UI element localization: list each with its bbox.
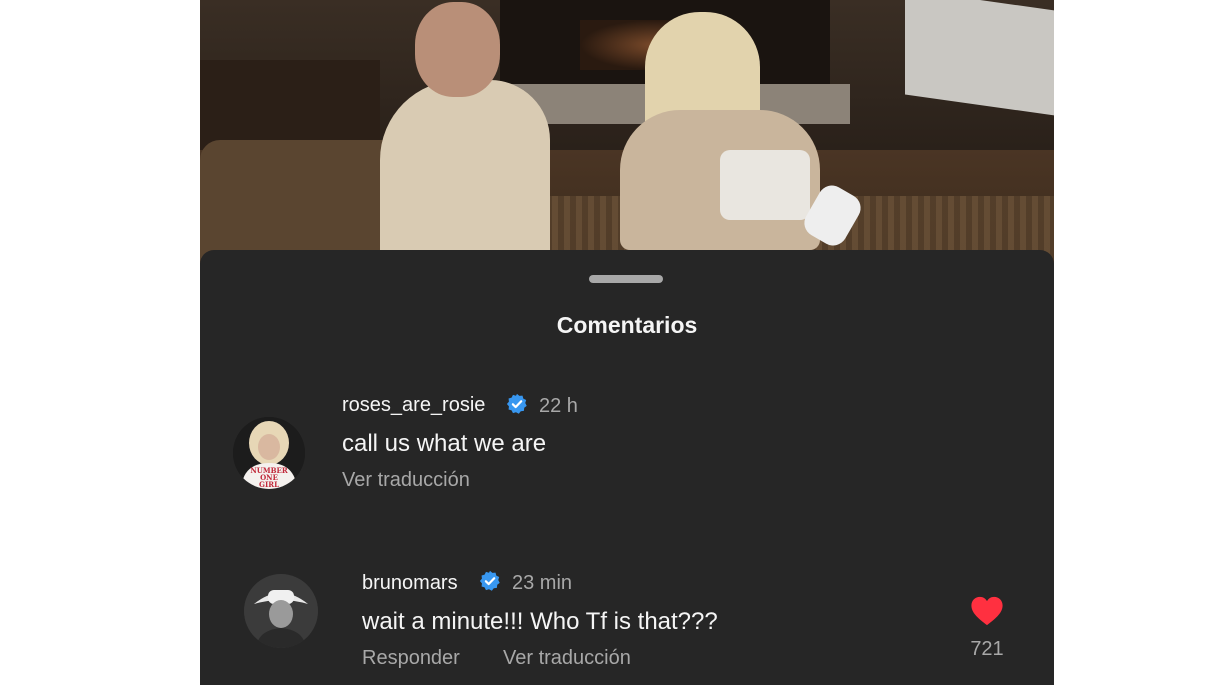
avatar[interactable]: NUMBER ONE GIRL bbox=[233, 417, 305, 489]
app-screen: Comentarios NUMBER ONE GIRL roses_are_ro… bbox=[200, 0, 1054, 685]
comment-text: wait a minute!!! Who Tf is that??? bbox=[362, 608, 718, 635]
comment-username[interactable]: brunomars bbox=[362, 572, 458, 595]
avatar-image: NUMBER ONE GIRL bbox=[233, 417, 305, 489]
like-count: 721 bbox=[970, 638, 1004, 660]
comments-title: Comentarios bbox=[556, 312, 698, 338]
video-lamp bbox=[905, 0, 1054, 116]
avatar[interactable] bbox=[244, 574, 318, 648]
video-person-man bbox=[380, 80, 550, 270]
comment-time: 22 h bbox=[539, 395, 578, 417]
comments-sheet: Comentarios NUMBER ONE GIRL roses_are_ro… bbox=[200, 250, 1054, 685]
drag-handle[interactable] bbox=[589, 275, 663, 283]
verified-badge-icon bbox=[479, 570, 500, 591]
verified-badge-icon bbox=[506, 393, 527, 414]
comment-time: 23 min bbox=[512, 572, 573, 594]
reply-button[interactable]: Responder bbox=[362, 647, 460, 670]
comment-text: call us what we are bbox=[342, 430, 547, 457]
heart-icon[interactable] bbox=[970, 595, 1004, 627]
video-chair bbox=[200, 60, 380, 150]
video-person-woman-top bbox=[720, 150, 810, 220]
video-preview[interactable] bbox=[200, 0, 1054, 270]
svg-text:GIRL: GIRL bbox=[259, 480, 279, 489]
video-person-man-head bbox=[415, 2, 500, 97]
avatar-image bbox=[244, 574, 318, 648]
see-translation-link[interactable]: Ver traducción bbox=[503, 647, 631, 670]
see-translation-link[interactable]: Ver traducción bbox=[342, 469, 470, 492]
comment-username[interactable]: roses_are_rosie bbox=[342, 394, 485, 417]
